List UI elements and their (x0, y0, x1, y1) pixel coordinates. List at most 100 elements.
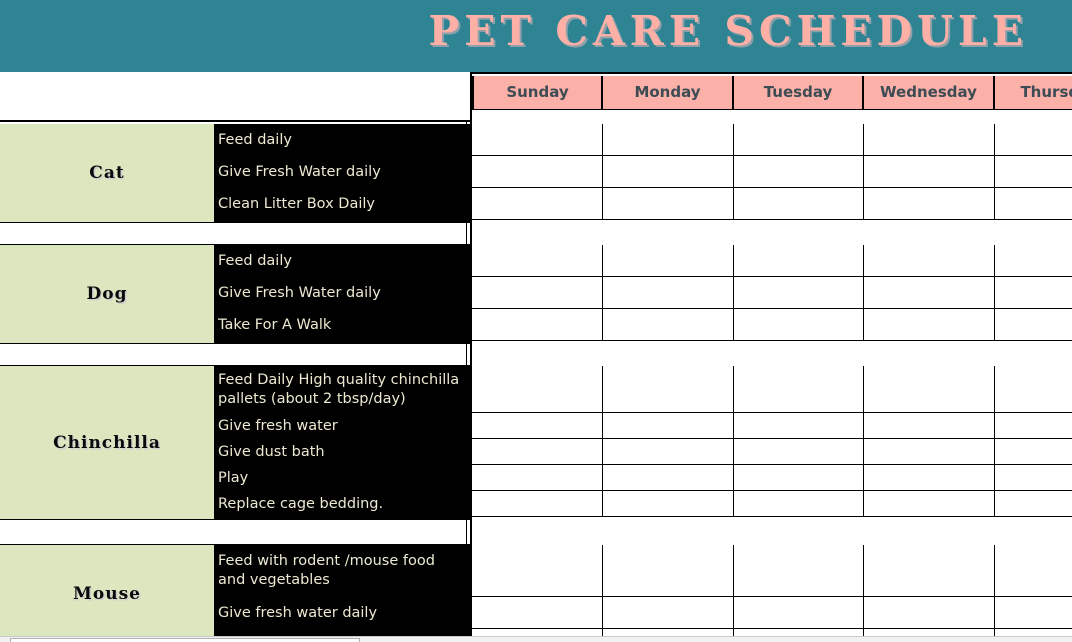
task-item[interactable]: Give Fresh Water daily (218, 163, 381, 182)
schedule-cell-cat-thursday[interactable] (995, 124, 1072, 156)
day-header-label: Tuesday (763, 83, 833, 101)
schedule-cell-chinchilla-monday[interactable] (603, 491, 734, 517)
horizontal-scrollbar[interactable] (0, 636, 1072, 642)
schedule-cell-cat-monday[interactable] (603, 156, 734, 188)
animal-name: Chinchilla (53, 432, 161, 453)
schedule-cell-chinchilla-sunday[interactable] (472, 439, 603, 465)
schedule-cell-dog-wednesday[interactable] (864, 277, 995, 309)
schedule-cell-cat-monday[interactable] (603, 124, 734, 156)
schedule-cell-chinchilla-wednesday[interactable] (864, 366, 995, 413)
schedule-cell-mouse-thursday[interactable] (995, 545, 1072, 597)
schedule-cell-dog-monday[interactable] (603, 245, 734, 277)
schedule-cell-cat-thursday[interactable] (995, 188, 1072, 220)
schedule-cell-dog-thursday[interactable] (995, 245, 1072, 277)
animal-label-mouse[interactable]: Mouse (0, 545, 214, 642)
schedule-cell-cat-sunday[interactable] (472, 156, 603, 188)
schedule-cell-dog-monday[interactable] (603, 309, 734, 341)
schedule-cell-dog-tuesday[interactable] (734, 277, 864, 309)
task-block-mouse: Feed with rodent /mouse food and vegetab… (214, 545, 470, 642)
day-header-label: Wednesday (880, 83, 977, 101)
schedule-cell-chinchilla-sunday[interactable] (472, 413, 603, 439)
schedule-cell-chinchilla-wednesday[interactable] (864, 439, 995, 465)
schedule-cell-chinchilla-thursday[interactable] (995, 439, 1072, 465)
schedule-cell-dog-monday[interactable] (603, 277, 734, 309)
task-item[interactable]: Play (218, 469, 248, 488)
animal-label-cat[interactable]: Cat (0, 124, 214, 222)
schedule-cell-chinchilla-sunday[interactable] (472, 366, 603, 413)
day-header-wednesday[interactable]: Wednesday (864, 76, 995, 109)
schedule-cell-cat-sunday[interactable] (472, 188, 603, 220)
schedule-cell-chinchilla-tuesday[interactable] (734, 366, 864, 413)
schedule-cell-dog-thursday[interactable] (995, 277, 1072, 309)
schedule-cell-cat-tuesday[interactable] (734, 188, 864, 220)
schedule-cell-chinchilla-thursday[interactable] (995, 366, 1072, 413)
schedule-cell-cat-thursday[interactable] (995, 156, 1072, 188)
schedule-cell-cat-monday[interactable] (603, 188, 734, 220)
scrollbar-thumb[interactable] (10, 638, 360, 642)
task-item[interactable]: Feed with rodent /mouse food and vegetab… (218, 552, 464, 590)
animal-label-dog[interactable]: Dog (0, 245, 214, 343)
schedule-cell-mouse-sunday[interactable] (472, 597, 603, 629)
schedule-cell-mouse-monday[interactable] (603, 597, 734, 629)
task-item[interactable]: Give Fresh Water daily (218, 284, 381, 303)
schedule-cell-mouse-tuesday[interactable] (734, 545, 864, 597)
day-header-monday[interactable]: Monday (603, 76, 734, 109)
schedule-cell-chinchilla-wednesday[interactable] (864, 413, 995, 439)
schedule-cell-chinchilla-tuesday[interactable] (734, 413, 864, 439)
schedule-cell-mouse-monday[interactable] (603, 545, 734, 597)
schedule-cell-cat-wednesday[interactable] (864, 188, 995, 220)
schedule-cell-chinchilla-tuesday[interactable] (734, 491, 864, 517)
schedule-cell-mouse-wednesday[interactable] (864, 545, 995, 597)
weekday-header-row: Sunday Monday Tuesday Wednesday Thursday (470, 72, 1072, 110)
schedule-cell-cat-sunday[interactable] (472, 124, 603, 156)
schedule-cell-cat-tuesday[interactable] (734, 124, 864, 156)
schedule-cell-dog-tuesday[interactable] (734, 309, 864, 341)
schedule-cell-chinchilla-monday[interactable] (603, 465, 734, 491)
schedule-cell-chinchilla-wednesday[interactable] (864, 491, 995, 517)
day-header-sunday[interactable]: Sunday (472, 76, 603, 109)
schedule-cell-mouse-sunday[interactable] (472, 545, 603, 597)
schedule-cell-chinchilla-monday[interactable] (603, 366, 734, 413)
task-item[interactable]: Take For A Walk (218, 316, 331, 335)
task-item[interactable]: Clean Litter Box Daily (218, 195, 375, 214)
schedule-cell-dog-wednesday[interactable] (864, 309, 995, 341)
schedule-cell-chinchilla-thursday[interactable] (995, 491, 1072, 517)
schedule-cell-cat-tuesday[interactable] (734, 156, 864, 188)
schedule-cell-dog-sunday[interactable] (472, 245, 603, 277)
day-header-tuesday[interactable]: Tuesday (734, 76, 864, 109)
animal-name: Mouse (73, 583, 141, 604)
schedule-cell-chinchilla-sunday[interactable] (472, 465, 603, 491)
schedule-cell-cat-wednesday[interactable] (864, 156, 995, 188)
schedule-cell-chinchilla-tuesday[interactable] (734, 465, 864, 491)
weekday-grid-pane: Sunday Monday Tuesday Wednesday Thursday (470, 72, 1072, 642)
animal-label-chinchilla[interactable]: Chinchilla (0, 366, 214, 519)
schedule-cell-mouse-tuesday[interactable] (734, 597, 864, 629)
task-block-dog: Feed daily Give Fresh Water daily Take For… (214, 245, 470, 343)
task-item[interactable]: Feed daily (218, 252, 292, 271)
schedule-cell-chinchilla-thursday[interactable] (995, 465, 1072, 491)
schedule-cell-dog-wednesday[interactable] (864, 245, 995, 277)
task-item[interactable]: Feed daily (218, 131, 292, 150)
task-item[interactable]: Feed Daily High quality chinchilla palle… (218, 371, 464, 409)
schedule-cell-chinchilla-sunday[interactable] (472, 491, 603, 517)
title-banner: PET CARE SCHEDULE (0, 0, 1072, 72)
schedule-cell-dog-sunday[interactable] (472, 309, 603, 341)
task-item[interactable]: Give dust bath (218, 443, 325, 462)
task-item[interactable]: Give fresh water daily (218, 604, 377, 623)
task-item[interactable]: Replace cage bedding. (218, 495, 383, 514)
schedule-cell-chinchilla-monday[interactable] (603, 413, 734, 439)
schedule-cell-cat-wednesday[interactable] (864, 124, 995, 156)
schedule-cell-chinchilla-tuesday[interactable] (734, 439, 864, 465)
task-item[interactable]: Give fresh water (218, 417, 338, 436)
schedule-cell-dog-sunday[interactable] (472, 277, 603, 309)
schedule-cell-chinchilla-wednesday[interactable] (864, 465, 995, 491)
animal-name: Dog (86, 284, 128, 304)
schedule-cell-dog-tuesday[interactable] (734, 245, 864, 277)
schedule-sheet: Cat Feed daily Give Fresh Water daily Clean… (0, 72, 1072, 642)
schedule-cell-chinchilla-monday[interactable] (603, 439, 734, 465)
day-header-thursday[interactable]: Thursday (995, 76, 1072, 109)
schedule-cell-chinchilla-thursday[interactable] (995, 413, 1072, 439)
schedule-cell-dog-thursday[interactable] (995, 309, 1072, 341)
schedule-cell-mouse-wednesday[interactable] (864, 597, 995, 629)
schedule-cell-mouse-thursday[interactable] (995, 597, 1072, 629)
